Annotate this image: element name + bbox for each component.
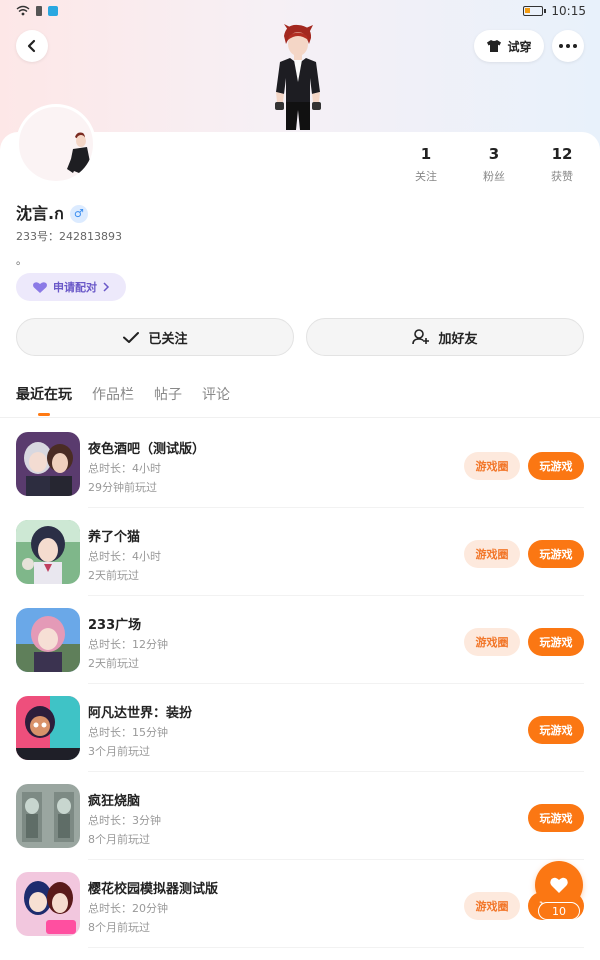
stat-following-count: 1 [420,145,432,163]
avatar-character[interactable] [266,22,328,132]
game-duration: 总时长：4小时 [88,462,161,475]
chevron-left-icon [27,39,36,53]
list-item[interactable]: 233广场 总时长：12分钟 2天前玩过 游戏圈 玩游戏 [0,596,600,684]
game-name: 樱花校园模拟器测试版 [88,882,219,897]
game-circle-button[interactable]: 游戏圈 [464,628,520,656]
app-notification-icon [48,5,58,16]
battery-icon [523,6,547,16]
game-last-played: 2天前玩过 [88,657,139,670]
list-item[interactable]: 樱花校园模拟器测试版 总时长：20分钟 8个月前玩过 游戏圈 玩游戏 [0,860,600,948]
play-game-button[interactable]: 玩游戏 [528,628,584,656]
game-icon[interactable] [16,696,80,760]
list-item[interactable]: 养了个猫 总时长：4小时 2天前玩过 游戏圈 玩游戏 [0,508,600,596]
username: 沈言.ก [16,204,64,223]
play-game-button[interactable]: 玩游戏 [528,540,584,568]
heart-icon [550,877,568,893]
stat-followers-count: 3 [488,145,500,163]
game-duration: 总时长：3分钟 [88,814,161,827]
game-last-played: 29分钟前玩过 [88,481,157,494]
game-circle-button[interactable]: 游戏圈 [464,892,520,920]
stat-following[interactable]: 1 关注 [396,145,456,184]
followed-label: 已关注 [148,331,188,347]
game-name: 夜色酒吧（测试版） [88,442,206,457]
try-on-button[interactable]: 试穿 [474,30,544,62]
tshirt-icon [487,40,502,52]
add-friend-label: 加好友 [438,331,478,347]
list-item[interactable]: 阿凡达世界：装扮 总时长：15分钟 3个月前玩过 玩游戏 [0,684,600,772]
stat-likes-count: 12 [551,145,573,163]
stat-following-label: 关注 [415,170,437,183]
stat-likes-label: 获赞 [551,170,573,183]
game-duration: 总时长：4小时 [88,550,161,563]
list-item[interactable]: 夜色酒吧（测试版） 总时长：4小时 29分钟前玩过 游戏圈 玩游戏 [0,420,600,508]
followed-button[interactable]: 已关注 [16,318,294,356]
profile-tabs: 最近在玩 作品栏 帖子 评论 [16,384,230,416]
wifi-icon [16,5,30,16]
chevron-right-icon [103,282,110,292]
game-duration: 总时长：20分钟 [88,902,168,915]
play-game-button[interactable]: 玩游戏 [528,804,584,832]
profile-stats: 1 关注 3 粉丝 12 获赞 [0,145,600,185]
add-friend-button[interactable]: 加好友 [306,318,584,356]
game-last-played: 8个月前玩过 [88,833,150,846]
game-duration: 总时长：12分钟 [88,638,168,651]
game-name: 233广场 [88,618,142,633]
like-count-badge: 10 [538,902,580,920]
game-icon[interactable] [16,784,80,848]
back-button[interactable] [16,30,48,62]
game-last-played: 2天前玩过 [88,569,139,582]
tab-comments[interactable]: 评论 [202,384,230,404]
game-name: 阿凡达世界：装扮 [88,706,193,721]
more-dots-icon [559,44,577,48]
game-name: 疯狂烧脑 [88,794,141,809]
status-left-icons [16,5,58,16]
tab-posts[interactable]: 帖子 [154,384,182,404]
user-bio: 。 [16,254,27,267]
game-icon[interactable] [16,608,80,672]
recent-games-list: 夜色酒吧（测试版） 总时长：4小时 29分钟前玩过 游戏圈 玩游戏 养了个猫 总… [0,420,600,948]
check-icon [123,331,140,343]
tabs-divider [0,417,600,418]
game-icon[interactable] [16,872,80,936]
game-last-played: 8个月前玩过 [88,921,150,934]
game-circle-button[interactable]: 游戏圈 [464,540,520,568]
list-item[interactable]: 疯狂烧脑 总时长：3分钟 8个月前玩过 玩游戏 [0,772,600,860]
try-on-label: 试穿 [507,39,532,54]
game-icon[interactable] [16,520,80,584]
stat-followers-label: 粉丝 [483,170,505,183]
game-duration: 总时长：15分钟 [88,726,168,739]
more-button[interactable] [552,30,584,62]
male-gender-icon: ♂ [69,204,88,223]
play-game-button[interactable]: 玩游戏 [528,716,584,744]
username-row: 沈言.ก ♂ [16,200,88,227]
status-right-icons: 10:15 [523,4,586,18]
game-icon[interactable] [16,432,80,496]
heart-icon [33,281,47,293]
game-last-played: 3个月前玩过 [88,745,150,758]
status-time: 10:15 [551,4,586,18]
add-user-icon [412,329,430,345]
request-pair-label: 申请配对 [53,281,97,294]
request-pair-button[interactable]: 申请配对 [16,273,126,301]
tab-works[interactable]: 作品栏 [92,384,134,404]
tab-recently-played[interactable]: 最近在玩 [16,384,72,416]
stat-followers[interactable]: 3 粉丝 [464,145,524,184]
user-id[interactable]: 233号：242813893 [16,228,122,244]
play-game-button[interactable]: 玩游戏 [528,452,584,480]
game-circle-button[interactable]: 游戏圈 [464,452,520,480]
game-name: 养了个猫 [88,530,141,545]
stat-likes[interactable]: 12 获赞 [532,145,592,184]
sim-icon [36,5,42,16]
